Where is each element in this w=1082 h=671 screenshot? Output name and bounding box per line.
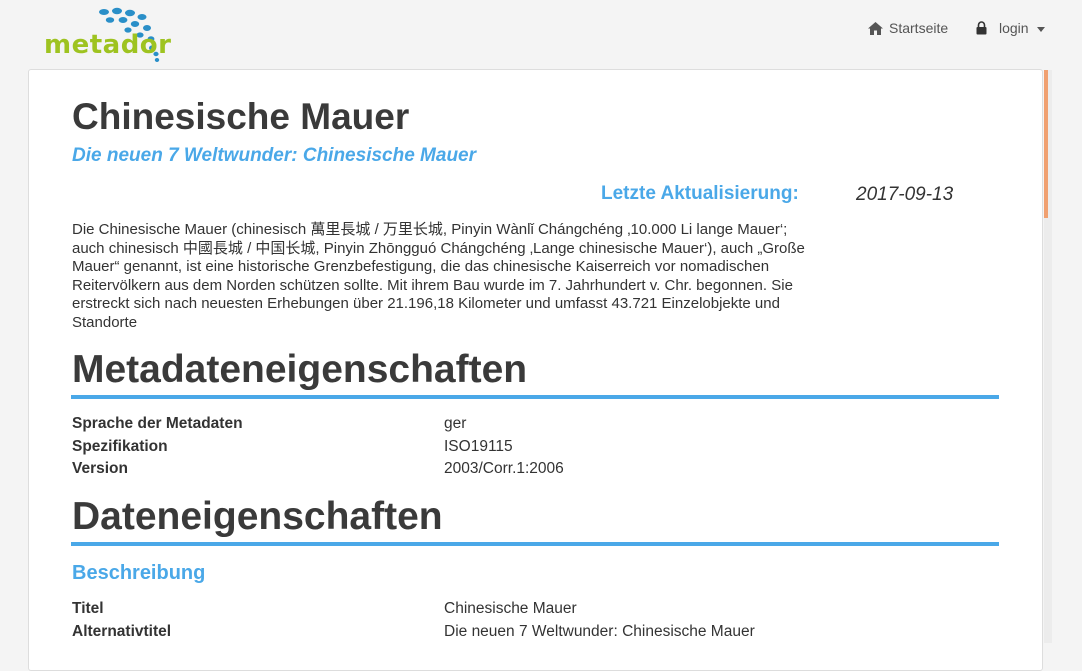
scrollbar-thumb[interactable] xyxy=(1044,70,1048,218)
metadata-value: 2003/Corr.1:2006 xyxy=(444,460,564,477)
caret-down-icon xyxy=(1036,27,1045,32)
metadata-section-heading: Metadateneigenschaften xyxy=(72,348,528,391)
metadata-key: Sprache der Metadaten xyxy=(72,415,243,432)
lock-icon xyxy=(976,21,987,35)
record-description: Die Chinesische Mauer (chinesisch 萬里長城 /… xyxy=(72,221,805,331)
data-key: Alternativtitel xyxy=(72,623,172,640)
last-update-label: Letzte Aktualisierung: xyxy=(601,183,799,204)
metadata-key: Spezifikation xyxy=(72,438,168,455)
data-value: Die neuen 7 Weltwunder: Chinesische Maue… xyxy=(444,623,755,640)
metadata-section-divider xyxy=(71,395,999,399)
metadata-key: Version xyxy=(72,460,128,477)
page-title: Chinesische Mauer xyxy=(72,96,410,137)
nav-home-label: Startseite xyxy=(889,20,949,36)
description-subheading: Beschreibung xyxy=(72,562,206,584)
data-section-heading: Dateneigenschaften xyxy=(72,495,443,538)
data-value: Chinesische Mauer xyxy=(444,600,577,617)
metadata-value: ISO19115 xyxy=(444,438,513,455)
metadata-value: ger xyxy=(444,415,467,432)
nav-login-label: login xyxy=(999,20,1029,36)
home-icon xyxy=(868,21,883,35)
data-key: Titel xyxy=(72,600,104,617)
data-section-divider xyxy=(71,542,999,546)
last-update-value: 2017-09-13 xyxy=(856,184,954,205)
nav-login-dropdown[interactable]: login xyxy=(976,20,1045,36)
top-navbar: metador Startseite login xyxy=(0,0,1082,70)
page-scrollbar[interactable] xyxy=(1044,70,1052,643)
metador-logo[interactable]: metador xyxy=(44,6,172,64)
nav-home-link[interactable]: Startseite xyxy=(868,20,948,36)
page-subtitle: Die neuen 7 Weltwunder: Chinesische Maue… xyxy=(72,145,477,166)
logo-text: metador xyxy=(44,30,172,60)
